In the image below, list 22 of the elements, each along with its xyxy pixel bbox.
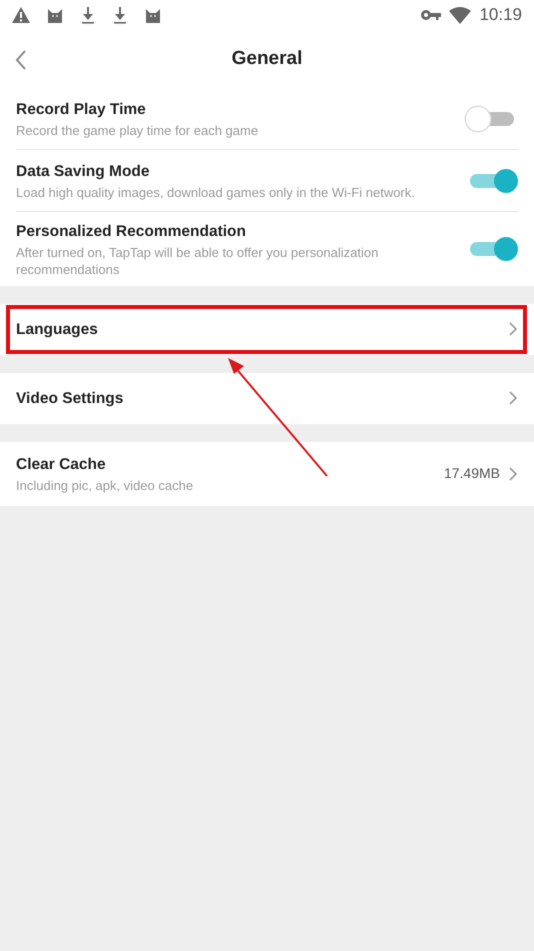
download-icon [80, 6, 96, 24]
setting-description: Including pic, apk, video cache [16, 478, 194, 494]
setting-description: After turned on, TapTap will be able to offer you personalization recommendations [16, 245, 380, 278]
setting-title: Data Saving Mode [16, 162, 150, 182]
setting-description: Load high quality images, download games only in the Wi-Fi network. [16, 185, 416, 202]
chevron-icon [508, 466, 518, 482]
setting-title: Record Play Time [16, 100, 147, 120]
setting-title: Video Settings [16, 388, 124, 409]
page-title: General [232, 46, 302, 71]
status-time: 10:19 [479, 4, 522, 26]
setting-title: Languages [16, 320, 99, 340]
setting-title: Clear Cache [16, 455, 107, 475]
setting-value: 17.49MB [444, 464, 500, 484]
setting-description: Record the game play time for each game [16, 123, 260, 140]
warning-icon [12, 6, 30, 24]
setting-title: Personalized Recommendation [16, 222, 247, 242]
wifi-icon [449, 6, 472, 24]
chevron-icon [508, 321, 518, 338]
back-icon[interactable] [14, 48, 28, 71]
key-icon [421, 9, 442, 21]
download-icon [112, 6, 128, 24]
chevron-icon [508, 390, 518, 406]
